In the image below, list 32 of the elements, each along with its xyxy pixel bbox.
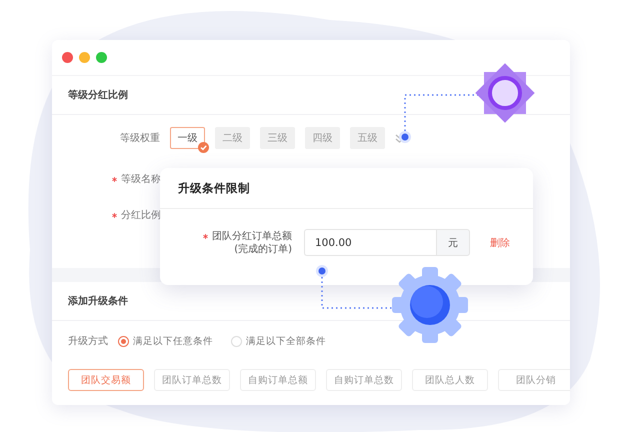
radio-option[interactable]: 满足以下全部条件 [231, 334, 326, 348]
node-dot-icon [399, 131, 411, 143]
condition-button[interactable]: 自购订单总数 [326, 369, 402, 391]
level-tab[interactable]: 三级 [260, 127, 295, 149]
field-label: 分红比例 [121, 208, 161, 222]
level-tab[interactable]: 五级 [350, 127, 385, 149]
condition-button[interactable]: 团队交易额 [68, 369, 144, 391]
close-dot-icon[interactable] [62, 52, 73, 63]
unit-label: 元 [436, 229, 470, 256]
field-label: 等级权重 [119, 132, 160, 145]
field-label: 团队分红订单总额 [212, 230, 292, 242]
condition-button[interactable]: 团队分销 [498, 369, 570, 391]
section-title: 等级分红比例 [68, 88, 128, 102]
delete-link[interactable]: 删除 [490, 236, 510, 250]
condition-button[interactable]: 团队总人数 [412, 369, 488, 391]
field-note: (完成的订单) [234, 242, 292, 256]
field-label: 等级名称 [121, 173, 161, 186]
amount-input[interactable]: 100.00 [304, 229, 436, 256]
popup-title: 升级条件限制 [178, 180, 250, 196]
radio-option[interactable]: 满足以下任意条件 [118, 334, 213, 348]
check-badge-icon [198, 142, 209, 153]
field-label: 升级方式 [68, 334, 108, 348]
chevron-down-icon[interactable] [395, 134, 404, 142]
section-title: 添加升级条件 [68, 294, 128, 308]
node-dot-icon [316, 265, 328, 277]
minimize-dot-icon[interactable] [79, 52, 90, 63]
maximize-dot-icon[interactable] [96, 52, 107, 63]
gear-icon [392, 267, 468, 343]
condition-button[interactable]: 团队订单总数 [154, 369, 230, 391]
level-tab[interactable]: 二级 [215, 127, 250, 149]
level-tab[interactable]: 四级 [305, 127, 340, 149]
condition-button[interactable]: 自购订单总额 [240, 369, 316, 391]
